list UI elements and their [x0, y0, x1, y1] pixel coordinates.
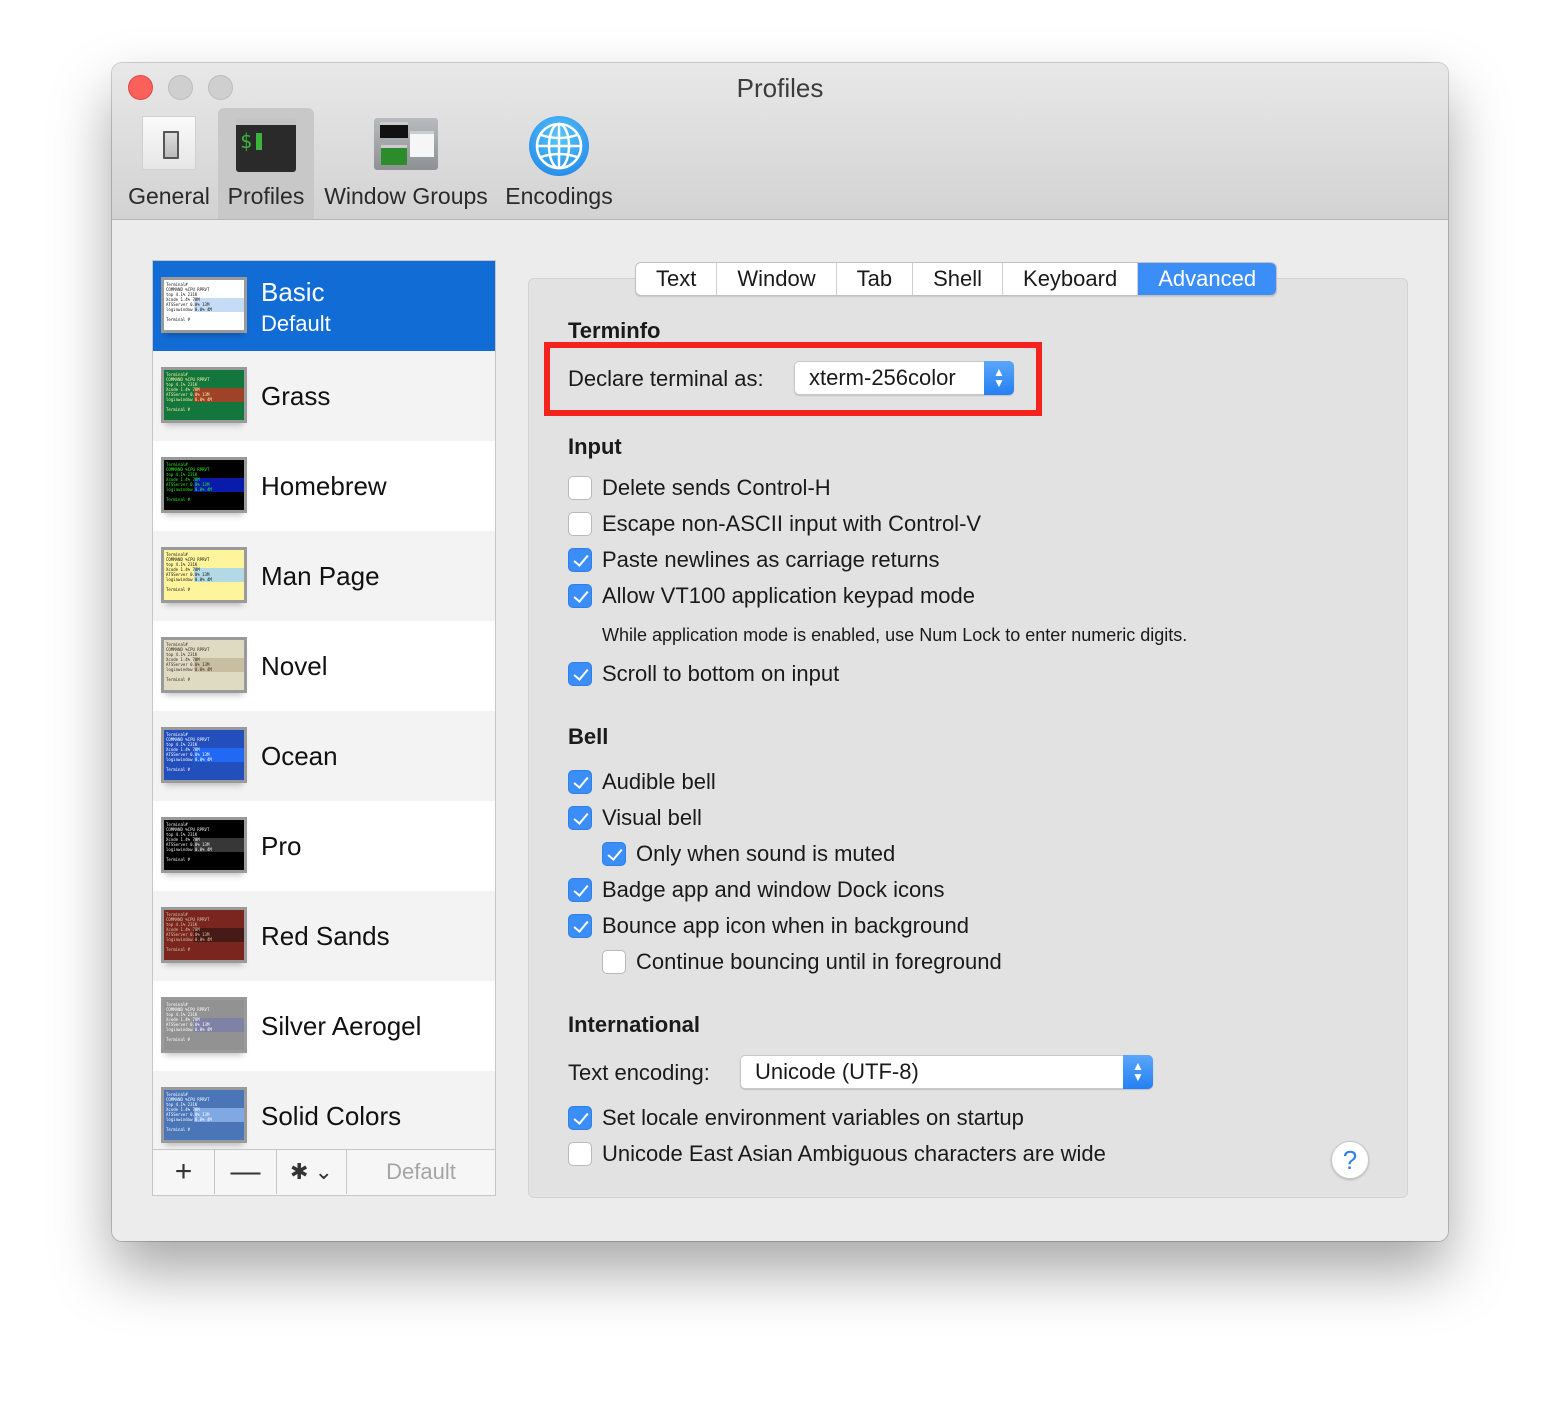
- checkbox-label: Delete sends Control-H: [602, 475, 831, 500]
- tab-keyboard[interactable]: Keyboard: [1003, 263, 1139, 295]
- checkbox-row[interactable]: Delete sends Control-H: [568, 474, 831, 502]
- checkbox-checked[interactable]: [568, 662, 592, 686]
- international-heading: International: [568, 1012, 701, 1037]
- keypad-mode-note: While application mode is enabled, use N…: [602, 625, 1188, 645]
- checkbox-row[interactable]: Badge app and window Dock icons: [568, 876, 944, 904]
- terminfo-heading: Terminfo: [568, 318, 661, 343]
- checkbox-label: Set locale environment variables on star…: [602, 1105, 1024, 1130]
- checkbox-row[interactable]: Audible bell: [568, 768, 716, 796]
- text-encoding-label: Text encoding:: [568, 1060, 710, 1085]
- checkbox-label: Audible bell: [602, 769, 716, 794]
- tab-text[interactable]: Text: [636, 263, 718, 295]
- checkbox-unchecked[interactable]: [602, 950, 626, 974]
- checkbox-label: Visual bell: [602, 805, 702, 830]
- checkbox-row[interactable]: Set locale environment variables on star…: [568, 1104, 1024, 1132]
- checkbox-label: Continue bouncing until in foreground: [636, 949, 1002, 974]
- checkbox-row[interactable]: Bounce app icon when in background: [568, 912, 969, 940]
- highlight-annotation-box: [544, 342, 1042, 416]
- checkbox-label: Badge app and window Dock icons: [602, 877, 945, 902]
- checkbox-row[interactable]: Allow VT100 application keypad mode: [568, 582, 975, 610]
- checkbox-row[interactable]: Visual bell: [568, 804, 702, 832]
- checkbox-label: Scroll to bottom on input: [602, 661, 840, 686]
- text-encoding-popup[interactable]: Unicode (UTF-8) ▲ ▼: [740, 1055, 1153, 1089]
- checkbox-label: Only when sound is muted: [636, 841, 896, 866]
- profile-tabs: Text Window Tab Shell Keyboard Advanced: [635, 262, 1278, 296]
- tab-shell[interactable]: Shell: [913, 263, 1004, 295]
- checkbox-checked[interactable]: [602, 842, 626, 866]
- input-heading: Input: [568, 434, 622, 459]
- popup-arrows-icon: ▲ ▼: [1123, 1055, 1153, 1089]
- help-button[interactable]: ?: [1331, 1141, 1369, 1179]
- checkbox-label: Unicode East Asian Ambiguous characters …: [602, 1141, 1106, 1166]
- bell-heading: Bell: [568, 724, 609, 749]
- checkbox-checked[interactable]: [568, 914, 592, 938]
- checkbox-unchecked[interactable]: [568, 512, 592, 536]
- checkbox-checked[interactable]: [568, 770, 592, 794]
- checkbox-unchecked[interactable]: [568, 1142, 592, 1166]
- checkbox-label: Paste newlines as carriage returns: [602, 547, 940, 572]
- tab-tab[interactable]: Tab: [837, 263, 914, 295]
- checkbox-label: Escape non-ASCII input with Control-V: [602, 511, 982, 536]
- tab-window[interactable]: Window: [717, 263, 837, 295]
- text-encoding-value: Unicode (UTF-8): [755, 1059, 919, 1084]
- checkbox-checked[interactable]: [568, 548, 592, 572]
- checkbox-row[interactable]: Escape non-ASCII input with Control-V: [568, 510, 981, 538]
- checkbox-checked[interactable]: [568, 584, 592, 608]
- checkbox-checked[interactable]: [568, 878, 592, 902]
- checkbox-checked[interactable]: [568, 1106, 592, 1130]
- checkbox-row[interactable]: Continue bouncing until in foreground: [602, 948, 1002, 976]
- checkbox-row[interactable]: Unicode East Asian Ambiguous characters …: [568, 1140, 1106, 1168]
- settings-layer: Text Window Tab Shell Keyboard Advanced Termi…: [0, 0, 1560, 1402]
- checkbox-label: Bounce app icon when in background: [602, 913, 969, 938]
- checkbox-row[interactable]: Only when sound is muted: [602, 840, 895, 868]
- checkbox-label: Allow VT100 application keypad mode: [602, 583, 976, 608]
- tab-advanced[interactable]: Advanced: [1138, 263, 1277, 295]
- checkbox-row[interactable]: Scroll to bottom on input: [568, 660, 839, 688]
- checkbox-row[interactable]: Paste newlines as carriage returns: [568, 546, 940, 574]
- checkbox-unchecked[interactable]: [568, 476, 592, 500]
- checkbox-checked[interactable]: [568, 806, 592, 830]
